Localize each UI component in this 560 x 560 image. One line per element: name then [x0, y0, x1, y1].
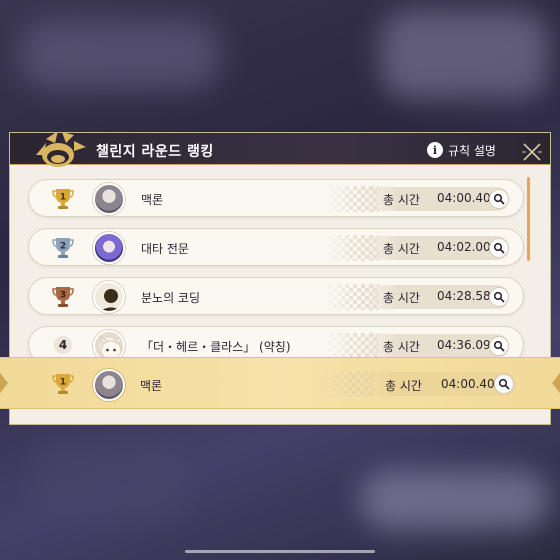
search-icon[interactable]: [494, 374, 514, 394]
panel-title: 챌린지 라운드 랭킹: [96, 144, 214, 160]
avatar: [93, 232, 125, 264]
time-value: 04:00.40: [441, 377, 495, 391]
ranking-row[interactable]: 2 대타 전문 총 시간 04:02.00: [28, 228, 524, 266]
time-value: 04:02.00: [437, 240, 491, 254]
avatar: [93, 281, 125, 313]
silhouette-icon: [101, 289, 121, 311]
ranking-row[interactable]: 1 맥론 총 시간 04:00.40: [28, 179, 524, 217]
rules-button[interactable]: i 규칙 설명: [427, 141, 496, 159]
home-indicator[interactable]: [185, 550, 375, 553]
sun-emblem-icon: [36, 133, 86, 167]
my-rank-row[interactable]: 1 맥론 총 시간 04:00.40: [0, 357, 560, 409]
rank-number: 4: [59, 338, 67, 352]
time-value: 04:00.40: [437, 191, 491, 205]
time-label: 총 시간: [383, 340, 420, 354]
search-icon[interactable]: [489, 336, 509, 356]
gold-trophy-icon: 1: [52, 189, 74, 209]
time-value: 04:28.58: [437, 289, 491, 303]
search-icon[interactable]: [489, 238, 509, 258]
rank-number: 2: [60, 242, 66, 252]
rank-number: 3: [60, 291, 66, 301]
time-label: 총 시간: [383, 242, 420, 256]
player-name: 「더・헤르・클라스」 (약칭): [141, 340, 291, 354]
time-label: 총 시간: [385, 379, 422, 393]
rank-number: 1: [60, 193, 66, 203]
scrollbar[interactable]: [527, 177, 530, 261]
search-icon[interactable]: [489, 287, 509, 307]
bronze-trophy-icon: 3: [52, 287, 74, 307]
background-blur: [20, 20, 220, 90]
rank-number-icon: 4: [54, 336, 72, 354]
time-label: 총 시간: [383, 291, 420, 305]
rank-number: 1: [60, 378, 66, 388]
silver-trophy-icon: 2: [52, 238, 74, 258]
player-name: 맥론: [140, 379, 163, 393]
panel-header: 챌린지 라운드 랭킹 i 규칙 설명: [10, 133, 550, 167]
ranking-row[interactable]: 3 분노의 코딩 총 시간 04:28.58: [28, 277, 524, 315]
player-name: 분노의 코딩: [141, 291, 201, 305]
gold-trophy-icon: 1: [52, 374, 74, 394]
info-icon: i: [427, 142, 443, 158]
time-label: 총 시간: [383, 193, 420, 207]
background-blur: [30, 440, 190, 520]
close-icon[interactable]: [522, 142, 542, 162]
avatar: [93, 369, 125, 401]
search-icon[interactable]: [489, 189, 509, 209]
avatar: [93, 183, 125, 215]
background-blur: [360, 470, 550, 530]
player-name: 맥론: [141, 193, 164, 207]
player-name: 대타 전문: [141, 242, 189, 256]
time-value: 04:36.09: [437, 338, 491, 352]
background-blur: [380, 10, 550, 100]
rules-label: 규칙 설명: [448, 143, 496, 158]
